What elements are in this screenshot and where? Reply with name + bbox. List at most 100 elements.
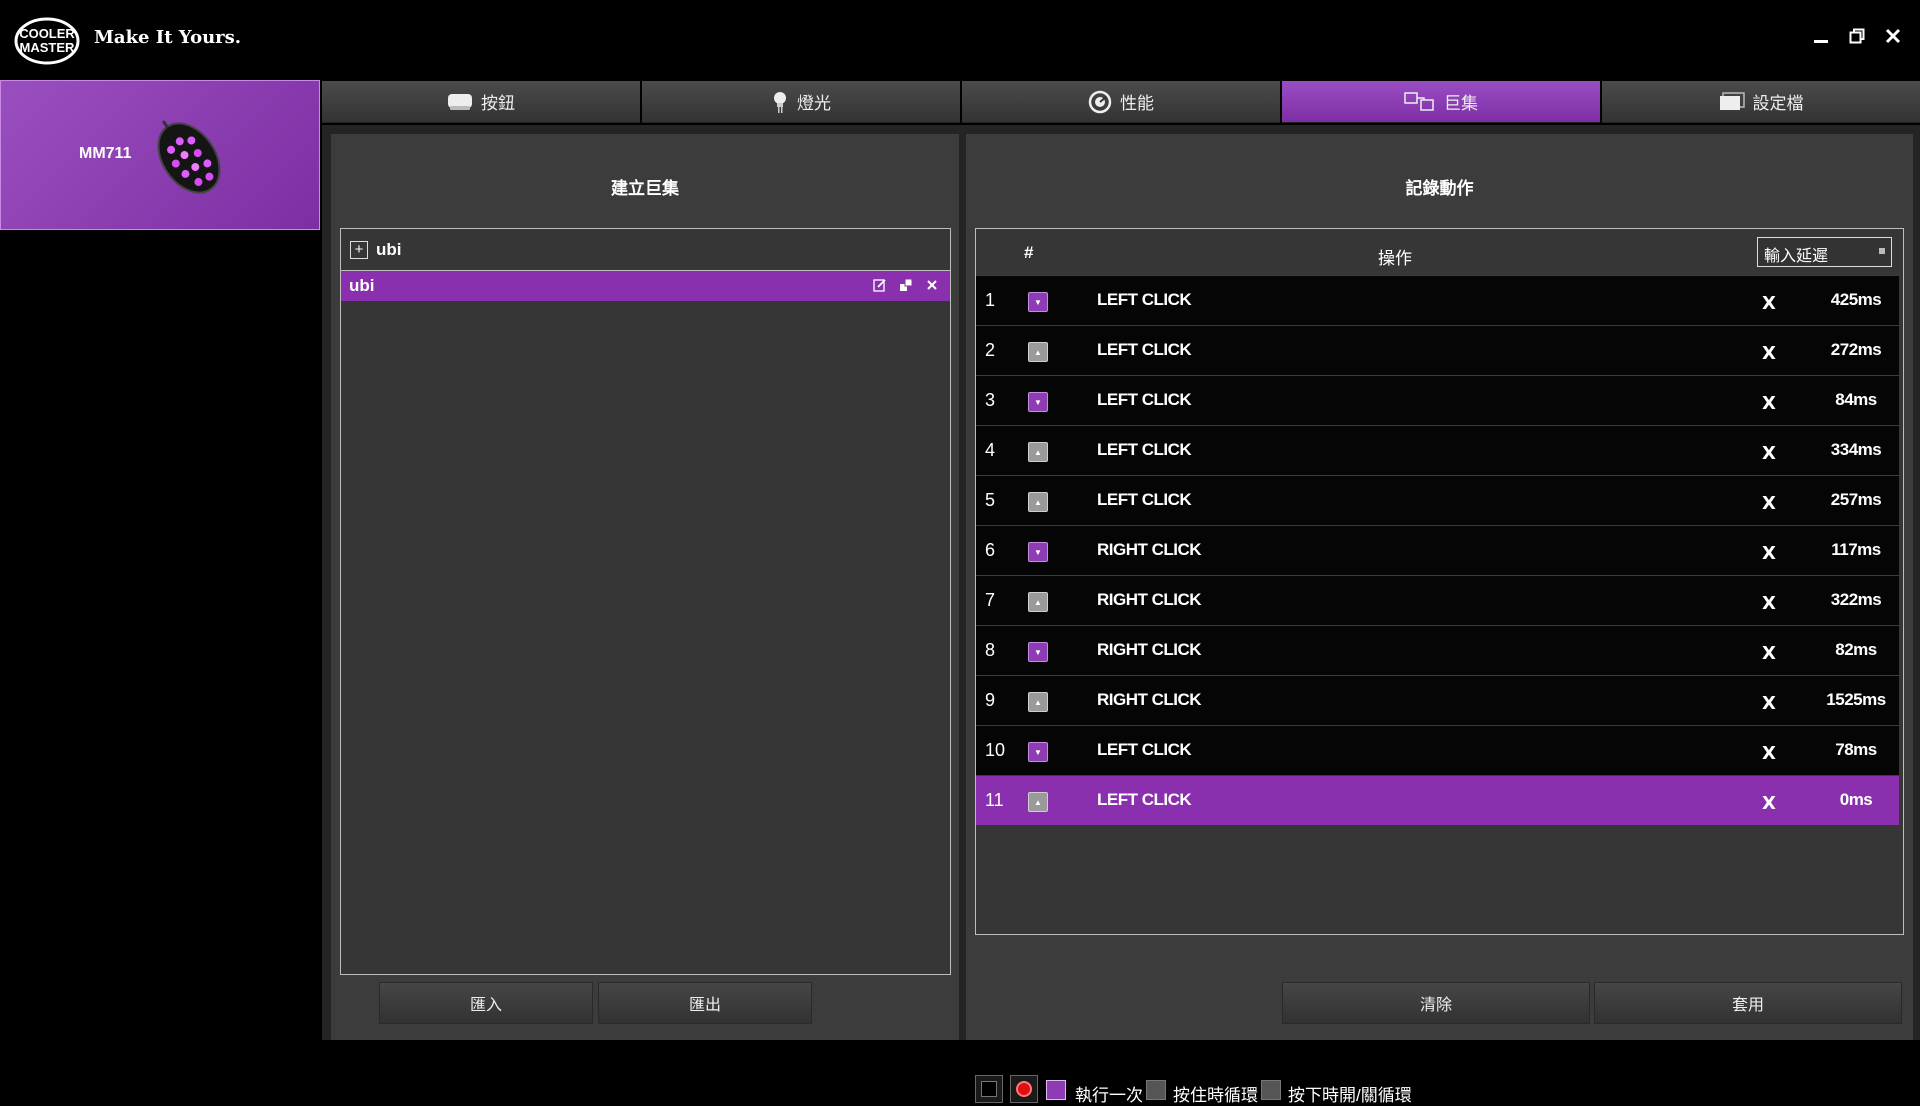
key-down-icon: ▼ xyxy=(1028,542,1048,562)
delete-row-icon[interactable]: X xyxy=(1762,793,1776,814)
action-row[interactable]: 7 ▲ RIGHT CLICK X 322ms xyxy=(976,575,1899,625)
play-once-checkbox[interactable] xyxy=(1046,1080,1066,1100)
macro-item-selected[interactable]: ubi xyxy=(341,271,950,301)
hold-loop-checkbox[interactable] xyxy=(1146,1080,1166,1100)
delete-row-icon[interactable]: X xyxy=(1762,543,1776,564)
row-delay[interactable]: 78ms xyxy=(1816,740,1896,760)
minimize-button[interactable] xyxy=(1806,22,1836,52)
key-down-icon: ▼ xyxy=(1028,392,1048,412)
delete-row-icon[interactable]: X xyxy=(1762,593,1776,614)
delete-row-icon[interactable]: X xyxy=(1762,343,1776,364)
delete-row-icon[interactable]: X xyxy=(1762,493,1776,514)
add-macro-icon[interactable]: + xyxy=(350,240,368,259)
minimize-icon xyxy=(1814,40,1828,43)
action-row[interactable]: 9 ▲ RIGHT CLICK X 1525ms xyxy=(976,675,1899,725)
row-action[interactable]: LEFT CLICK xyxy=(1097,340,1192,360)
row-action[interactable]: RIGHT CLICK xyxy=(1097,590,1202,610)
create-macro-title: 建立巨集 xyxy=(611,179,679,198)
toggle-loop-checkbox[interactable] xyxy=(1261,1080,1281,1100)
play-once-label: 執行一次 xyxy=(1075,1086,1143,1105)
row-action[interactable]: RIGHT CLICK xyxy=(1097,690,1202,710)
action-row[interactable]: 11 ▲ LEFT CLICK X 0ms xyxy=(976,775,1899,825)
brand-line1: COOLER xyxy=(19,26,75,41)
action-row[interactable]: 6 ▼ RIGHT CLICK X 117ms xyxy=(976,525,1899,575)
stop-icon xyxy=(981,1081,997,1097)
row-action[interactable]: LEFT CLICK xyxy=(1097,790,1192,810)
row-delay[interactable]: 272ms xyxy=(1816,340,1896,360)
key-up-icon: ▲ xyxy=(1028,692,1048,712)
delete-row-icon[interactable]: X xyxy=(1762,393,1776,414)
row-number: 5 xyxy=(985,490,996,510)
import-button[interactable]: 匯入 xyxy=(379,982,593,1024)
table-header: # 操作 輸入延遲 xyxy=(976,229,1903,275)
macro-group[interactable]: + ubi xyxy=(341,229,950,271)
cooler-master-logo: COOLER MASTER xyxy=(14,17,80,65)
row-number: 11 xyxy=(985,790,1004,810)
row-delay[interactable]: 257ms xyxy=(1816,490,1896,510)
record-actions-title: 記錄動作 xyxy=(1405,179,1474,198)
action-rows: 1 ▼ LEFT CLICK X 425ms 2 ▲ LEFT CLICK X 272ms 3 ▼ LE… xyxy=(976,275,1903,825)
row-action[interactable]: LEFT CLICK xyxy=(1097,490,1192,510)
delete-row-icon[interactable]: X xyxy=(1762,743,1776,764)
tab-macro[interactable]: 巨集 xyxy=(1282,81,1600,123)
restore-icon xyxy=(1849,28,1865,44)
key-up-icon: ▲ xyxy=(1028,342,1048,362)
tab-profiles[interactable]: 設定檔 xyxy=(1602,81,1920,123)
row-action[interactable]: LEFT CLICK xyxy=(1097,290,1192,310)
tab-lighting[interactable]: 燈光 xyxy=(642,81,960,123)
delay-mode-select[interactable]: 輸入延遲 xyxy=(1757,237,1892,267)
row-delay[interactable]: 117ms xyxy=(1816,540,1896,560)
delete-row-icon[interactable]: X xyxy=(1762,293,1776,314)
macro-item-name: ubi xyxy=(349,276,375,295)
action-row[interactable]: 3 ▼ LEFT CLICK X 84ms xyxy=(976,375,1899,425)
row-delay[interactable]: 84ms xyxy=(1816,390,1896,410)
row-action[interactable]: RIGHT CLICK xyxy=(1097,640,1202,660)
row-delay[interactable]: 0ms xyxy=(1816,790,1896,810)
delay-mode-value: 輸入延遲 xyxy=(1764,248,1829,265)
action-row[interactable]: 8 ▼ RIGHT CLICK X 82ms xyxy=(976,625,1899,675)
row-delay[interactable]: 425ms xyxy=(1816,290,1896,310)
close-button[interactable] xyxy=(1878,22,1908,52)
action-row[interactable]: 5 ▲ LEFT CLICK X 257ms xyxy=(976,475,1899,525)
row-number: 9 xyxy=(985,690,996,710)
delete-macro-icon[interactable] xyxy=(924,277,940,293)
action-row[interactable]: 1 ▼ LEFT CLICK X 425ms xyxy=(976,275,1899,325)
tab-performance[interactable]: 性能 xyxy=(962,81,1280,123)
duplicate-icon[interactable] xyxy=(898,277,914,293)
record-button[interactable] xyxy=(1010,1075,1038,1103)
device-card[interactable]: MM711 xyxy=(0,80,320,230)
row-delay[interactable]: 334ms xyxy=(1816,440,1896,460)
action-row[interactable]: 4 ▲ LEFT CLICK X 334ms xyxy=(976,425,1899,475)
toggle-loop-label: 按下時開/關循環 xyxy=(1288,1086,1412,1105)
row-delay[interactable]: 1525ms xyxy=(1816,690,1896,710)
restore-button[interactable] xyxy=(1842,22,1872,52)
delete-row-icon[interactable]: X xyxy=(1762,443,1776,464)
tab-profiles-label: 設定檔 xyxy=(1752,94,1804,113)
delete-row-icon[interactable]: X xyxy=(1762,643,1776,664)
action-row[interactable]: 2 ▲ LEFT CLICK X 272ms xyxy=(976,325,1899,375)
row-number: 7 xyxy=(985,590,996,610)
row-action[interactable]: LEFT CLICK xyxy=(1097,740,1192,760)
macro-group-name: ubi xyxy=(376,239,402,259)
key-up-icon: ▲ xyxy=(1028,442,1048,462)
tab-buttons-label: 按鈕 xyxy=(481,94,515,113)
action-row[interactable]: 10 ▼ LEFT CLICK X 78ms xyxy=(976,725,1899,775)
dropdown-icon xyxy=(1879,248,1885,254)
lighting-icon xyxy=(774,91,786,113)
clear-button[interactable]: 清除 xyxy=(1282,982,1590,1024)
tab-buttons[interactable]: 按鈕 xyxy=(322,81,640,123)
edit-icon[interactable] xyxy=(872,277,888,293)
delete-row-icon[interactable]: X xyxy=(1762,693,1776,714)
row-delay[interactable]: 322ms xyxy=(1816,590,1896,610)
macro-icon xyxy=(1404,91,1434,111)
row-delay[interactable]: 82ms xyxy=(1816,640,1896,660)
key-up-icon: ▲ xyxy=(1028,792,1048,812)
stop-button[interactable] xyxy=(975,1075,1003,1103)
row-action[interactable]: LEFT CLICK xyxy=(1097,440,1192,460)
row-number: 3 xyxy=(985,390,996,410)
export-button[interactable]: 匯出 xyxy=(598,982,812,1024)
row-action[interactable]: LEFT CLICK xyxy=(1097,390,1192,410)
row-action[interactable]: RIGHT CLICK xyxy=(1097,540,1202,560)
row-number: 1 xyxy=(985,290,996,310)
apply-button[interactable]: 套用 xyxy=(1594,982,1902,1024)
